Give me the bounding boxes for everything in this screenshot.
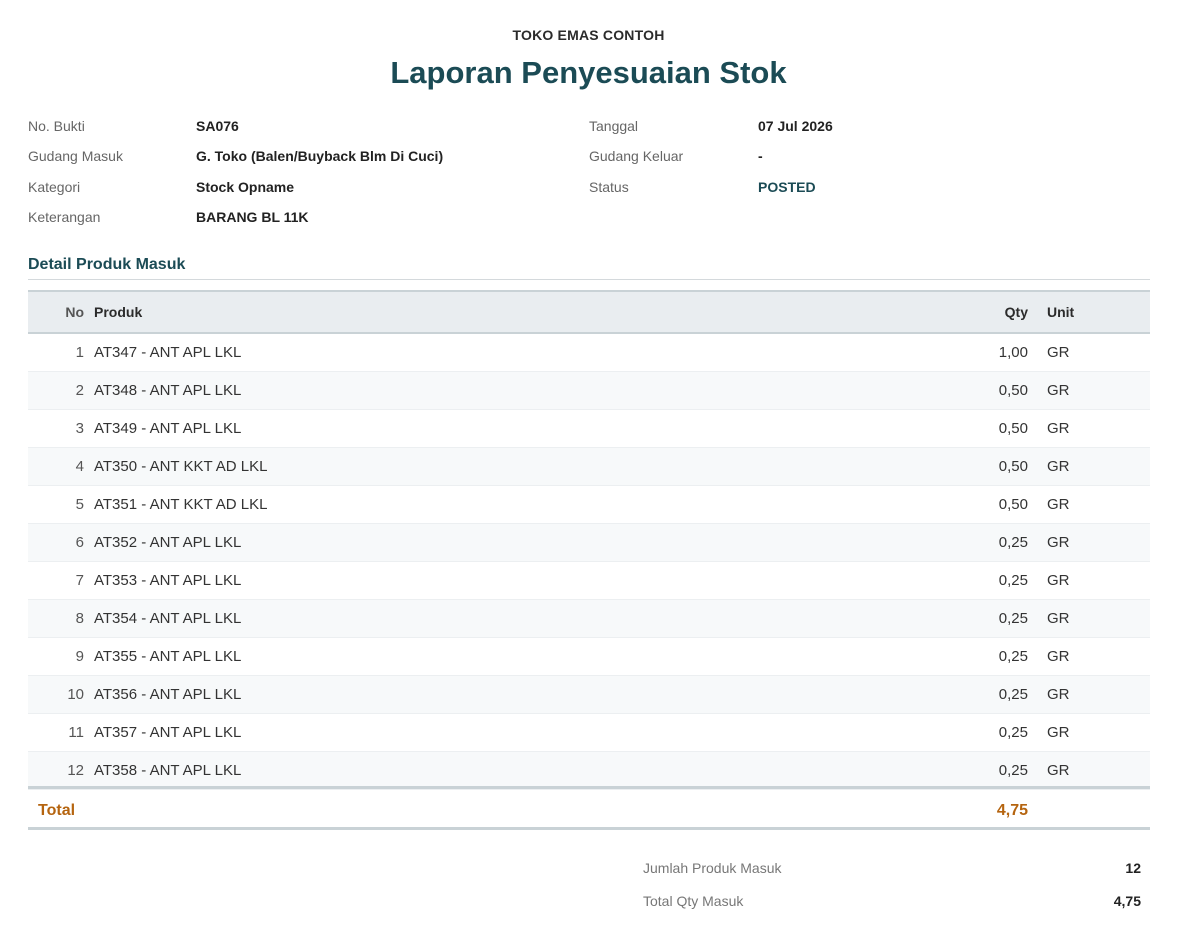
table-row: 2 AT348 - ANT APL LKL 0,50 GR: [28, 371, 1150, 410]
total-qty-masuk-label: Total Qty Masuk: [643, 893, 744, 909]
row-produk: AT348 - ANT APL LKL: [94, 371, 888, 410]
row-unit: GR: [1028, 713, 1150, 752]
gudang-masuk-value: G. Toko (Balen/Buyback Blm Di Cuci): [196, 148, 444, 164]
row-unit: GR: [1028, 371, 1150, 410]
row-produk: AT354 - ANT APL LKL: [94, 599, 888, 638]
report-title: Laporan Penyesuaian Stok: [390, 55, 787, 90]
gudang-keluar-label: Gudang Keluar: [589, 148, 684, 164]
row-unit: GR: [1028, 333, 1150, 372]
row-produk: AT355 - ANT APL LKL: [94, 637, 888, 676]
table-header-row: No Produk Qty Unit: [28, 290, 1150, 334]
table-row: 7 AT353 - ANT APL LKL 0,25 GR: [28, 561, 1150, 600]
no-bukti-value: SA076: [196, 118, 239, 134]
gudang-keluar-value: -: [758, 148, 763, 164]
row-no: 11: [28, 713, 94, 752]
jumlah-produk-label: Jumlah Produk Masuk: [643, 860, 782, 876]
table-row: 3 AT349 - ANT APL LKL 0,50 GR: [28, 409, 1150, 448]
gudang-masuk-label: Gudang Masuk: [28, 148, 123, 164]
section-title: Detail Produk Masuk: [28, 256, 186, 273]
row-produk: AT358 - ANT APL LKL: [94, 751, 888, 790]
tanggal-value: 07 Jul 2026: [758, 118, 833, 134]
total-label: Total: [38, 802, 76, 819]
row-unit: GR: [1028, 637, 1150, 676]
row-no: 12: [28, 751, 94, 790]
row-produk: AT353 - ANT APL LKL: [94, 561, 888, 600]
row-produk: AT349 - ANT APL LKL: [94, 409, 888, 448]
table-row: 9 AT355 - ANT APL LKL 0,25 GR: [28, 637, 1150, 676]
row-produk: AT350 - ANT KKT AD LKL: [94, 447, 888, 486]
section-divider: [28, 279, 1150, 280]
row-unit: GR: [1028, 409, 1150, 448]
table-row: 4 AT350 - ANT KKT AD LKL 0,50 GR: [28, 447, 1150, 486]
row-produk: AT351 - ANT KKT AD LKL: [94, 485, 888, 524]
company-name: TOKO EMAS CONTOH: [512, 27, 665, 43]
row-produk: AT347 - ANT APL LKL: [94, 333, 888, 372]
row-qty: 0,25: [888, 637, 1028, 676]
row-no: 10: [28, 675, 94, 714]
row-no: 3: [28, 409, 94, 448]
row-no: 7: [28, 561, 94, 600]
row-qty: 0,25: [888, 751, 1028, 790]
row-unit: GR: [1028, 599, 1150, 638]
row-qty: 0,25: [888, 713, 1028, 752]
header-unit: Unit: [1028, 290, 1150, 334]
row-qty: 0,25: [888, 561, 1028, 600]
row-produk: AT356 - ANT APL LKL: [94, 675, 888, 714]
row-no: 4: [28, 447, 94, 486]
status-value: POSTED: [758, 179, 816, 195]
row-unit: GR: [1028, 561, 1150, 600]
table-row: 6 AT352 - ANT APL LKL 0,25 GR: [28, 523, 1150, 562]
products-table: No Produk Qty Unit 1 AT347 - ANT APL LKL 1…: [28, 290, 1150, 790]
row-qty: 0,50: [888, 485, 1028, 524]
kategori-label: Kategori: [28, 179, 81, 195]
keterangan-value: BARANG BL 11K: [196, 209, 309, 225]
total-qty-masuk-value: 4,75: [1113, 893, 1141, 909]
row-produk: AT357 - ANT APL LKL: [94, 713, 888, 752]
row-no: 8: [28, 599, 94, 638]
row-no: 5: [28, 485, 94, 524]
status-label: Status: [589, 179, 629, 195]
row-no: 9: [28, 637, 94, 676]
row-produk: AT352 - ANT APL LKL: [94, 523, 888, 562]
table-row: 8 AT354 - ANT APL LKL 0,25 GR: [28, 599, 1150, 638]
header-no: No: [28, 290, 94, 334]
row-qty: 0,50: [888, 447, 1028, 486]
no-bukti-label: No. Bukti: [28, 118, 85, 134]
keterangan-label: Keterangan: [28, 209, 101, 225]
total-qty-value: 4,75: [996, 802, 1028, 819]
row-no: 1: [28, 333, 94, 372]
table-row: 10 AT356 - ANT APL LKL 0,25 GR: [28, 675, 1150, 714]
row-qty: 0,50: [888, 371, 1028, 410]
row-qty: 0,25: [888, 599, 1028, 638]
row-unit: GR: [1028, 523, 1150, 562]
row-unit: GR: [1028, 447, 1150, 486]
row-qty: 0,25: [888, 523, 1028, 562]
row-unit: GR: [1028, 751, 1150, 790]
row-qty: 0,50: [888, 409, 1028, 448]
row-qty: 0,25: [888, 675, 1028, 714]
row-unit: GR: [1028, 675, 1150, 714]
table-row: 12 AT358 - ANT APL LKL 0,25 GR: [28, 751, 1150, 790]
tanggal-label: Tanggal: [589, 118, 639, 134]
kategori-value: Stock Opname: [196, 179, 295, 195]
table-row: 1 AT347 - ANT APL LKL 1,00 GR: [28, 333, 1150, 372]
row-qty: 1,00: [888, 333, 1028, 372]
table-row: 11 AT357 - ANT APL LKL 0,25 GR: [28, 713, 1150, 752]
table-row: 5 AT351 - ANT KKT AD LKL 0,50 GR: [28, 485, 1150, 524]
row-unit: GR: [1028, 485, 1150, 524]
total-row: Total 4,75: [28, 786, 1150, 830]
jumlah-produk-value: 12: [1125, 860, 1141, 876]
header-qty: Qty: [888, 290, 1028, 334]
row-no: 2: [28, 371, 94, 410]
row-no: 6: [28, 523, 94, 562]
header-produk: Produk: [94, 290, 888, 334]
